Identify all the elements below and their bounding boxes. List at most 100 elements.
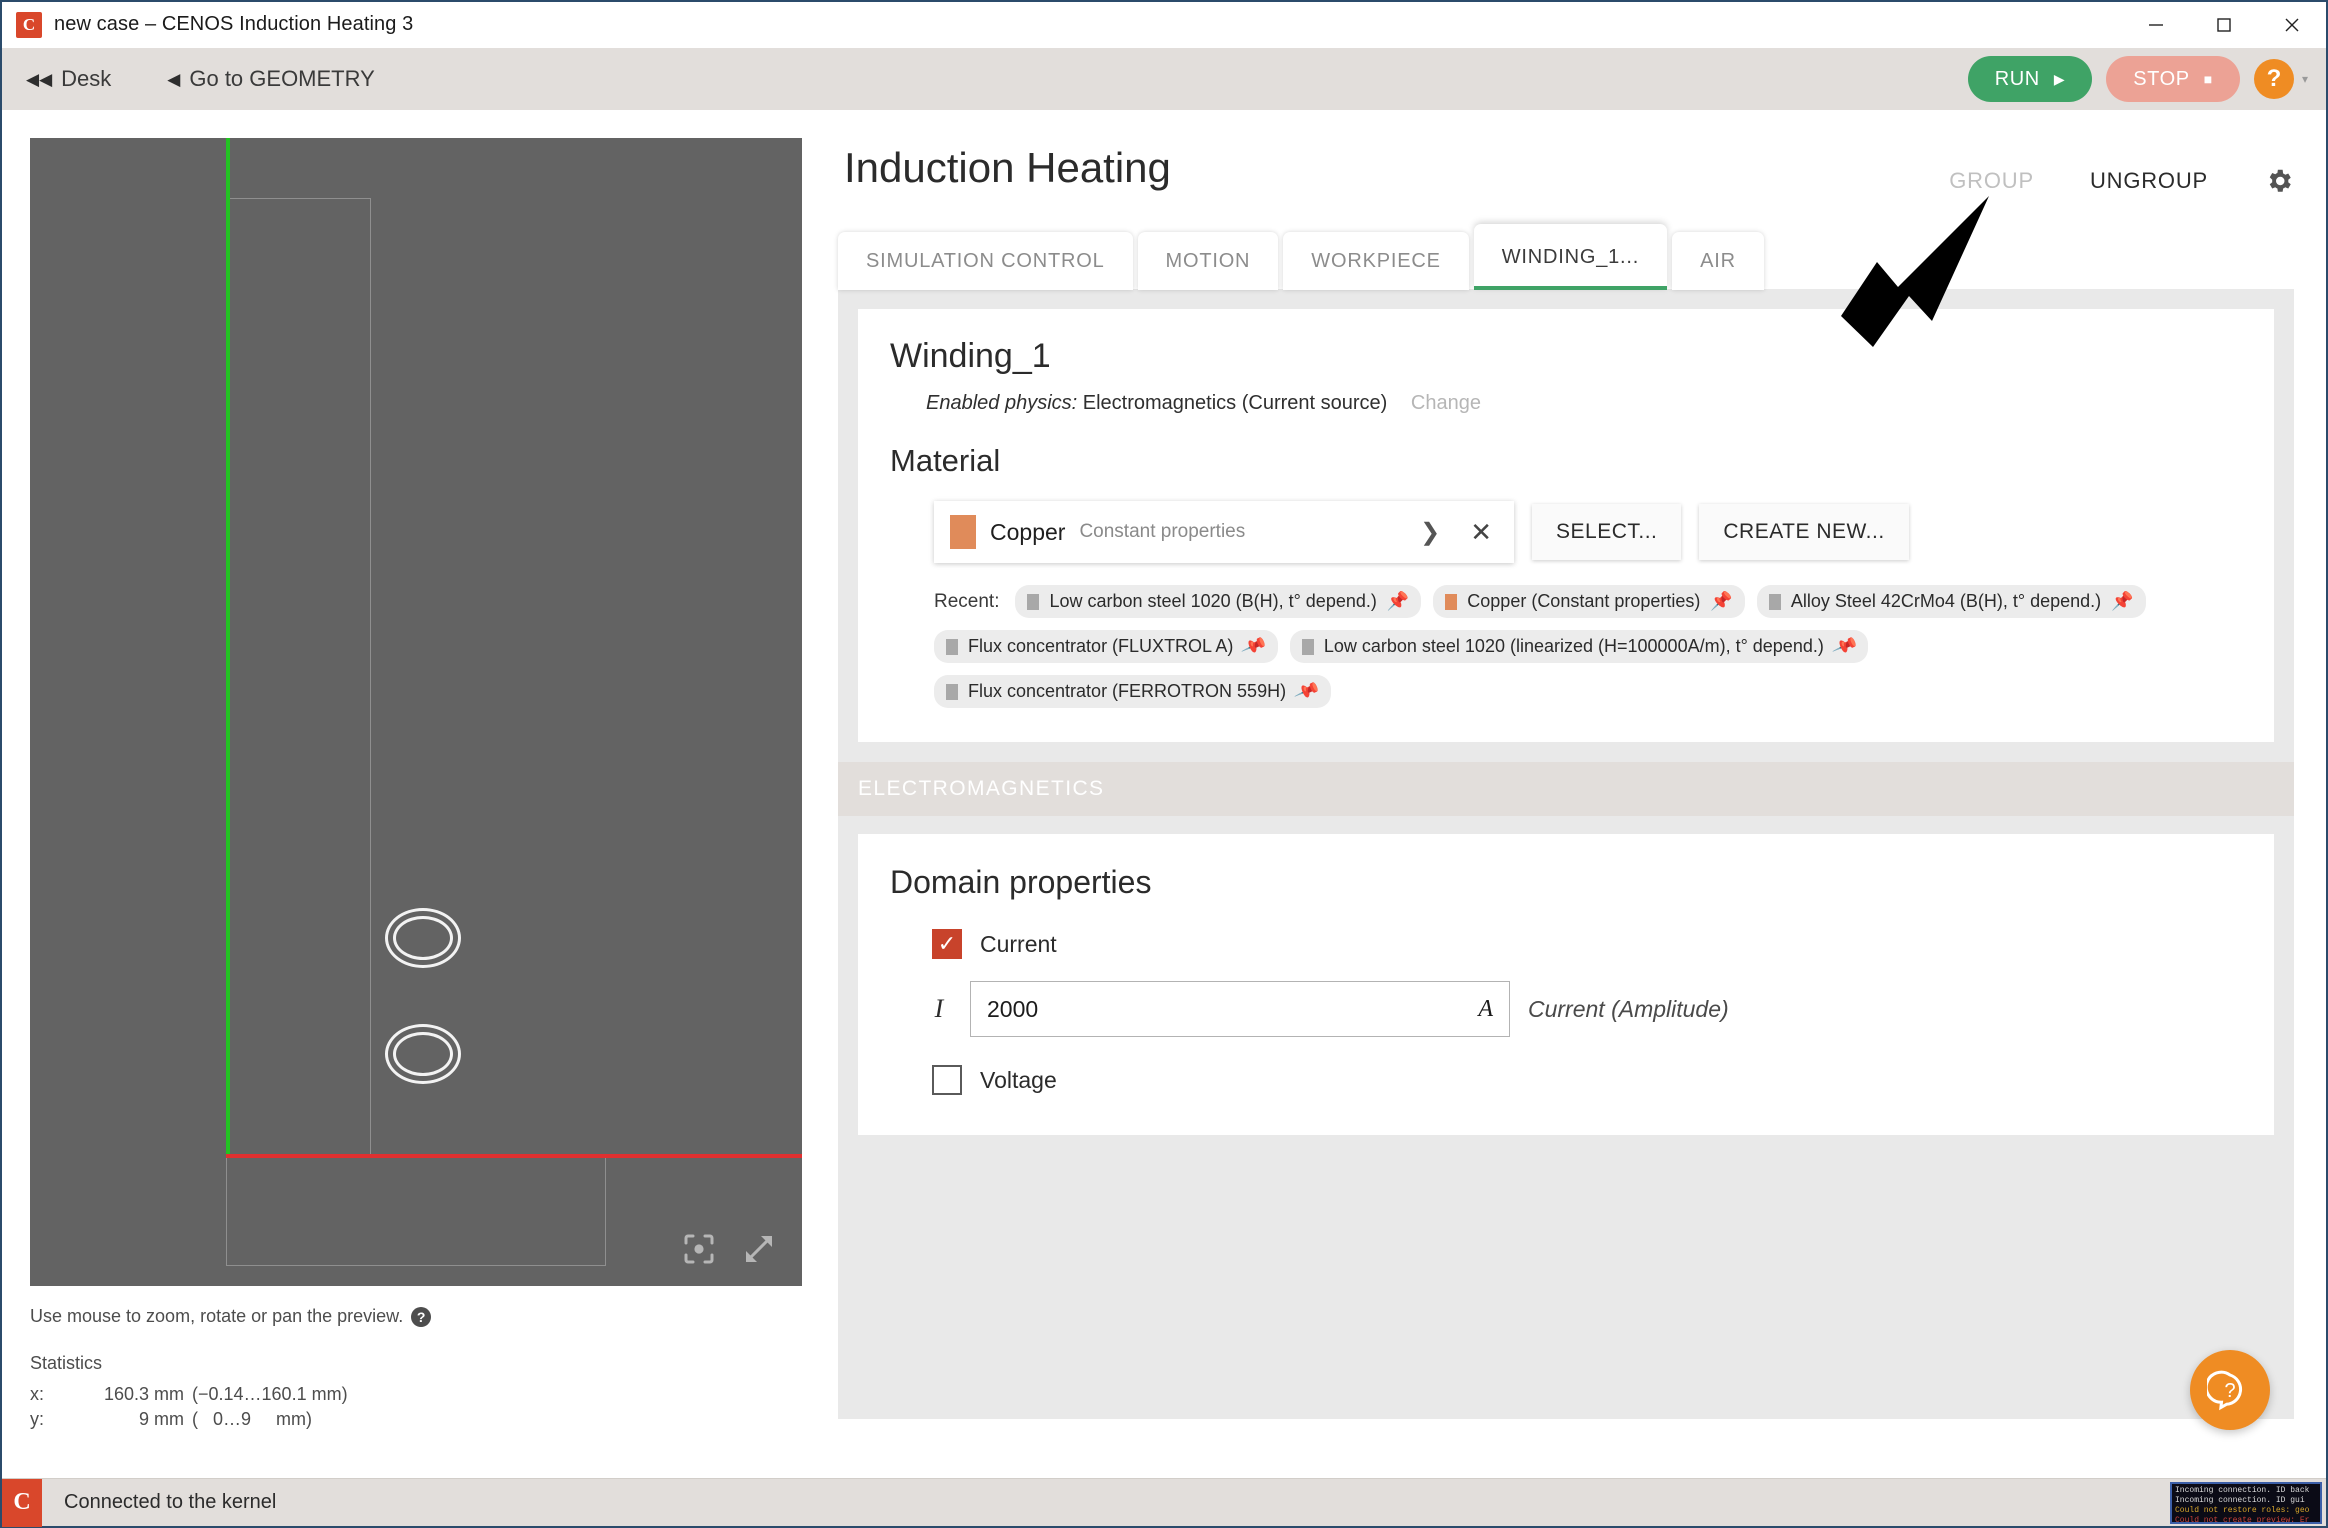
kernel-log-widget[interactable]: Incoming connection. ID back Incoming co… [2170, 1482, 2322, 1524]
viewport-tools [682, 1232, 776, 1266]
domain-properties-heading: Domain properties [890, 864, 1152, 900]
create-new-material-button[interactable]: CREATE NEW... [1699, 504, 1909, 560]
close-icon[interactable] [2258, 2, 2326, 48]
material-name: Copper [990, 518, 1066, 545]
stop-button[interactable]: STOP ■ [2105, 56, 2240, 102]
select-material-button[interactable]: SELECT... [1532, 504, 1682, 560]
voltage-checkbox-row[interactable]: Voltage [932, 1065, 2242, 1095]
run-button[interactable]: RUN ▶ [1967, 56, 2092, 102]
maximize-icon[interactable] [2190, 2, 2258, 48]
preview-hint: Use mouse to zoom, rotate or pan the pre… [30, 1306, 832, 1327]
axis-y-line [226, 138, 230, 1158]
current-input[interactable]: 2000 A [970, 981, 1510, 1037]
gear-icon[interactable] [2264, 166, 2294, 196]
tab-simulation-control[interactable]: SIMULATION CONTROL [838, 232, 1133, 290]
help-button[interactable]: ? [2253, 59, 2294, 99]
stat-axis-label: y: [30, 1409, 45, 1429]
material-color-swatch [1768, 593, 1781, 610]
geometry-viewport[interactable] [30, 138, 802, 1286]
toolbar-actions: RUN ▶ STOP ■ ? ▾ [1967, 48, 2308, 110]
stat-range: ( 0…9 mm) [192, 1409, 313, 1429]
pin-icon[interactable]: 📌 [1241, 633, 1269, 660]
coil-turn-1-inner [393, 916, 453, 960]
window-controls [2122, 2, 2326, 48]
current-label: Current [980, 930, 1057, 957]
page-title: Induction Heating [844, 144, 1171, 191]
current-unit: A [1478, 995, 1493, 1022]
tab-workpiece[interactable]: WORKPIECE [1283, 232, 1469, 290]
table-row: y: 9 mm ( 0…9 mm) [30, 1407, 348, 1432]
tab-air[interactable]: AIR [1672, 232, 1764, 290]
tab-panel-winding-1: Winding_1 Enabled physics: Electromagnet… [838, 289, 2294, 1419]
expand-arrows-icon[interactable] [742, 1232, 776, 1266]
material-subtitle: Constant properties [1079, 521, 1246, 542]
pin-icon[interactable]: 📌 [2111, 591, 2133, 612]
go-to-geometry-button[interactable]: ◀ Go to GEOMETRY [167, 66, 375, 92]
help-bubble-icon[interactable]: ? [2190, 1350, 2270, 1430]
selected-material-box[interactable]: Copper Constant properties ❯ ✕ [934, 501, 1514, 563]
recent-materials-row: Recent: Low carbon steel 1020 (B(H), t° … [934, 585, 2164, 708]
play-icon: ▶ [2053, 71, 2066, 87]
group-button[interactable]: GROUP [1949, 168, 2034, 194]
winding-name: Winding_1 [890, 337, 1051, 375]
section-label: ELECTROMAGNETICS [858, 777, 1105, 800]
log-line: Incoming connection. ID back [2175, 1486, 2310, 1495]
pin-icon[interactable]: 📌 [1293, 678, 1322, 705]
current-checkbox-row[interactable]: ✓ Current [932, 929, 2242, 959]
help-circle-icon[interactable]: ? [411, 1306, 432, 1327]
current-symbol: I [934, 994, 944, 1023]
close-icon[interactable]: ✕ [1464, 517, 1498, 548]
list-item[interactable]: Flux concentrator (FERROTRON 559H) 📌 [934, 675, 1331, 708]
chevron-right-icon[interactable]: ❯ [1410, 518, 1450, 547]
tab-motion[interactable]: MOTION [1137, 232, 1279, 290]
app-toolbar: ◀◀ Desk ◀ Go to GEOMETRY RUN ▶ STOP ■ ? … [2, 48, 2326, 110]
pin-icon[interactable]: 📌 [1387, 591, 1409, 612]
chip-label: Copper (Constant properties) [1467, 591, 1701, 611]
tab-label: AIR [1700, 249, 1736, 272]
header-actions: GROUP UNGROUP [1949, 166, 2294, 196]
pin-icon[interactable]: 📌 [1710, 591, 1732, 612]
cenos-logo-icon: C [16, 11, 42, 38]
log-line: Incoming connection. ID gui [2175, 1496, 2305, 1505]
statistics-table: x: 160.3 mm (−0.14…160.1 mm) y: 9 mm ( 0… [30, 1382, 348, 1432]
enabled-physics-label: Enabled physics: [926, 392, 1078, 414]
chip-label: Low carbon steel 1020 (B(H), t° depend.) [1049, 591, 1377, 611]
list-item[interactable]: Alloy Steel 42CrMo4 (B(H), t° depend.) 📌 [1756, 585, 2146, 618]
winding-card: Winding_1 Enabled physics: Electromagnet… [858, 309, 2274, 742]
minimize-icon[interactable] [2122, 2, 2190, 48]
air-domain-outline [226, 1156, 606, 1266]
left-arrow-icon: ◀ [167, 69, 181, 89]
run-label: RUN [1994, 67, 2040, 90]
preview-column: Use mouse to zoom, rotate or pan the pre… [2, 110, 832, 1482]
title-bar: C new case – CENOS Induction Heating 3 [2, 2, 2326, 48]
stat-value: 9 mm [139, 1409, 184, 1429]
tab-winding-1[interactable]: WINDING_1... [1473, 224, 1668, 290]
current-checkbox[interactable]: ✓ [932, 929, 962, 959]
material-heading: Material [890, 443, 1001, 478]
chevron-down-icon[interactable]: ▾ [2302, 72, 2308, 86]
go-to-geometry-label: Go to GEOMETRY [189, 66, 375, 91]
tab-label: WORKPIECE [1311, 249, 1441, 272]
list-item[interactable]: Low carbon steel 1020 (B(H), t° depend.)… [1015, 585, 1422, 618]
chip-label: Low carbon steel 1020 (linearized (H=100… [1323, 636, 1824, 656]
material-color-swatch [946, 638, 958, 655]
list-item[interactable]: Low carbon steel 1020 (linearized (H=100… [1289, 630, 1869, 663]
axis-x-line [226, 1154, 802, 1158]
focus-target-icon[interactable] [682, 1232, 716, 1266]
material-selector-row: Copper Constant properties ❯ ✕ SELECT...… [934, 501, 2242, 563]
workpiece-outline [226, 198, 371, 1156]
ungroup-button[interactable]: UNGROUP [2090, 168, 2208, 194]
list-item[interactable]: Flux concentrator (FLUXTROL A) 📌 [934, 630, 1278, 663]
chip-label: Alloy Steel 42CrMo4 (B(H), t° depend.) [1790, 591, 2102, 611]
tab-label: WINDING_1... [1501, 245, 1640, 268]
cenos-logo-icon: C [2, 1478, 42, 1527]
material-color-swatch [1027, 593, 1040, 610]
material-color-swatch [1301, 638, 1314, 655]
voltage-checkbox[interactable] [932, 1065, 962, 1095]
main-body: Use mouse to zoom, rotate or pan the pre… [2, 110, 2326, 1482]
change-physics-link[interactable]: Change [1411, 392, 1481, 414]
application-window: C new case – CENOS Induction Heating 3 ◀… [0, 0, 2328, 1528]
desk-button[interactable]: ◀◀ Desk [26, 66, 111, 92]
pin-icon[interactable]: 📌 [1831, 633, 1859, 660]
list-item[interactable]: Copper (Constant properties) 📌 [1433, 585, 1745, 618]
